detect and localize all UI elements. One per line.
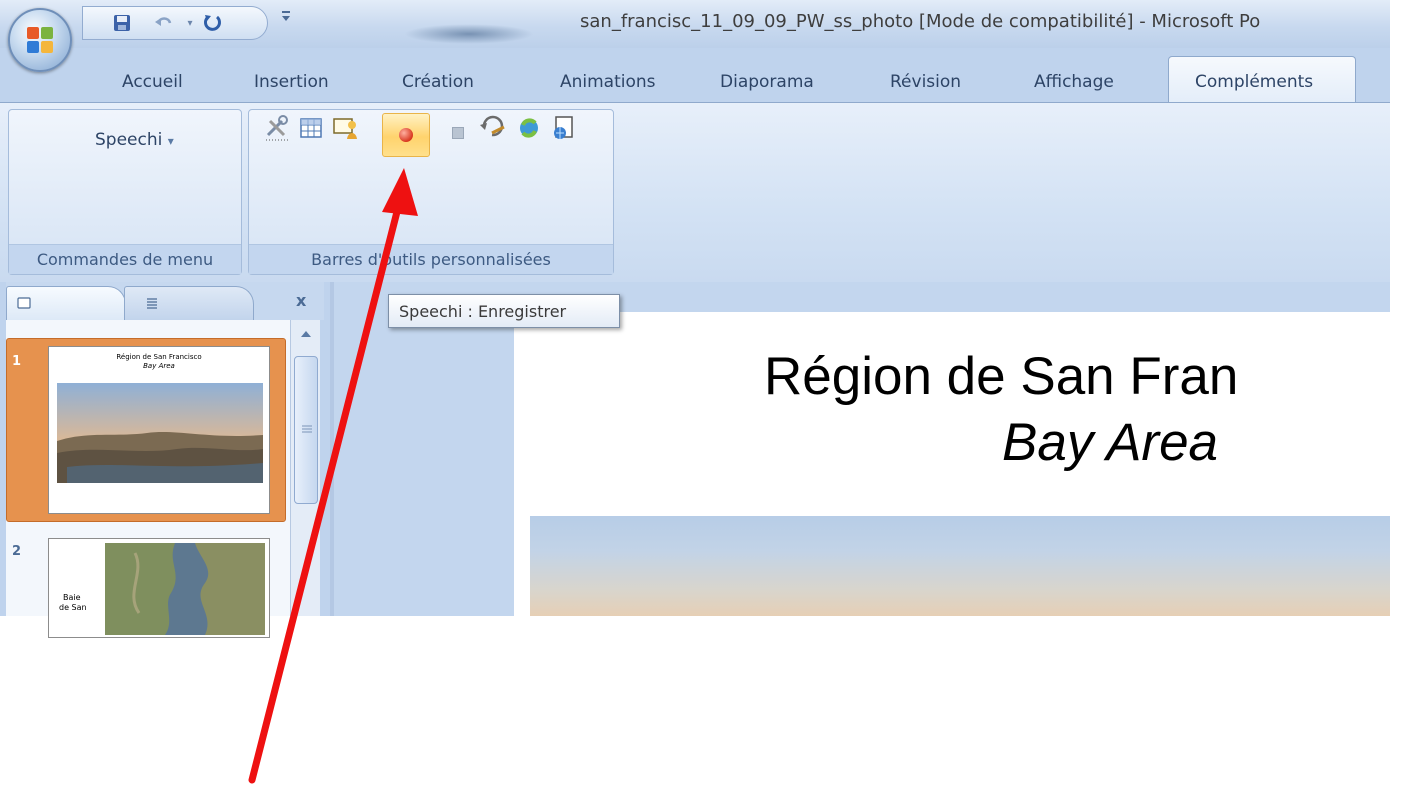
tab-outline[interactable] (124, 286, 254, 320)
slide-2-map (105, 543, 265, 635)
record-tooltip: Speechi : Enregistrer (388, 294, 620, 328)
slides-pane: 1 Région de San Francisco Bay Area 2 Bai… (6, 320, 318, 638)
slide-1-subtitle: Bay Area (143, 362, 175, 370)
group-menu-commands: Speechi ▾ Commandes de menu (8, 109, 242, 275)
scroll-up-icon[interactable] (295, 324, 317, 346)
sync-icon[interactable] (514, 113, 544, 143)
tab-accueil[interactable]: Accueil (122, 72, 183, 92)
undo-icon[interactable] (153, 13, 175, 35)
tab-animations[interactable]: Animations (560, 72, 656, 92)
workspace: x 1 Région de San Francisco Bay Area 2 B… (0, 282, 1390, 638)
slide-thumbnail-icon (17, 296, 31, 314)
ribbon-tab-bar: Accueil Insertion Création Animations Di… (0, 48, 1390, 104)
tools-icon[interactable] (262, 113, 292, 143)
redo-icon[interactable] (201, 13, 223, 35)
slide-photo[interactable] (530, 516, 1390, 616)
slide-thumbnail-1[interactable]: 1 Région de San Francisco Bay Area (6, 338, 290, 528)
presentation-person-icon[interactable] (330, 113, 360, 143)
tooltip-text: Speechi : Enregistrer (399, 302, 567, 321)
tab-revision[interactable]: Révision (890, 72, 961, 92)
web-page-icon[interactable] (548, 113, 578, 143)
outline-icon (145, 296, 159, 314)
pane-splitter[interactable] (330, 282, 334, 616)
powerpoint-window: ▾ san_francisc_11_09_09_PW_ss_photo [Mod… (0, 0, 1404, 797)
tab-diaporama[interactable]: Diaporama (720, 72, 814, 92)
ribbon: Speechi ▾ Commandes de menu Barres d'out… (0, 102, 1390, 282)
thumbnails-scrollbar[interactable] (290, 320, 320, 616)
title-bar: ▾ san_francisc_11_09_09_PW_ss_photo [Mod… (0, 0, 1390, 48)
office-logo-icon (27, 27, 53, 53)
slide-2-text-line1: Baie (63, 593, 81, 602)
scroll-thumb[interactable] (294, 356, 318, 504)
slide-canvas[interactable]: Région de San Fran Bay Area (514, 312, 1390, 616)
speechi-menu-button[interactable]: Speechi ▾ (95, 130, 174, 150)
slide-number-2: 2 (12, 544, 22, 559)
slide-title[interactable]: Région de San Fran (764, 346, 1238, 407)
tab-slides[interactable] (6, 286, 126, 320)
speechi-menu-label: Speechi (95, 130, 163, 150)
table-icon[interactable] (296, 113, 326, 143)
quick-access-toolbar: ▾ (82, 6, 268, 40)
tab-complements-label: Compléments (1195, 72, 1314, 92)
tab-insertion[interactable]: Insertion (254, 72, 329, 92)
slide-thumbnail-2[interactable]: 2 Baie de San (6, 534, 290, 638)
office-button[interactable] (8, 8, 72, 72)
tab-complements[interactable]: Compléments (1168, 56, 1356, 104)
stop-icon[interactable] (452, 127, 464, 139)
rewind-icon[interactable] (478, 113, 508, 143)
slide-subtitle[interactable]: Bay Area (1002, 412, 1218, 473)
window-title: san_francisc_11_09_09_PW_ss_photo [Mode … (580, 11, 1261, 32)
slide-2-text-line2: de San (59, 603, 87, 612)
pane-tabs: x (6, 282, 324, 320)
tab-creation[interactable]: Création (402, 72, 474, 92)
save-icon[interactable] (111, 13, 133, 35)
slide-1-photo (57, 383, 263, 483)
slide-number-1: 1 (12, 354, 22, 369)
chevron-down-icon: ▾ (167, 134, 174, 148)
slide-1-title: Région de San Francisco (116, 353, 202, 361)
close-pane-icon[interactable]: x (296, 291, 306, 310)
group-label-custom-toolbars: Barres d'outils personnalisées (249, 244, 613, 274)
scroll-grip-icon (301, 423, 312, 437)
undo-dropdown-icon[interactable]: ▾ (179, 13, 201, 35)
record-icon (399, 128, 413, 142)
customize-qat-icon[interactable] (280, 9, 292, 27)
slide-2-preview: Baie de San (48, 538, 270, 638)
title-bar-glow (404, 24, 534, 44)
group-label-menu-commands: Commandes de menu (9, 244, 241, 274)
record-button[interactable] (382, 113, 430, 157)
tab-affichage[interactable]: Affichage (1034, 72, 1114, 92)
slide-1-preview: Région de San Francisco Bay Area (48, 346, 270, 514)
